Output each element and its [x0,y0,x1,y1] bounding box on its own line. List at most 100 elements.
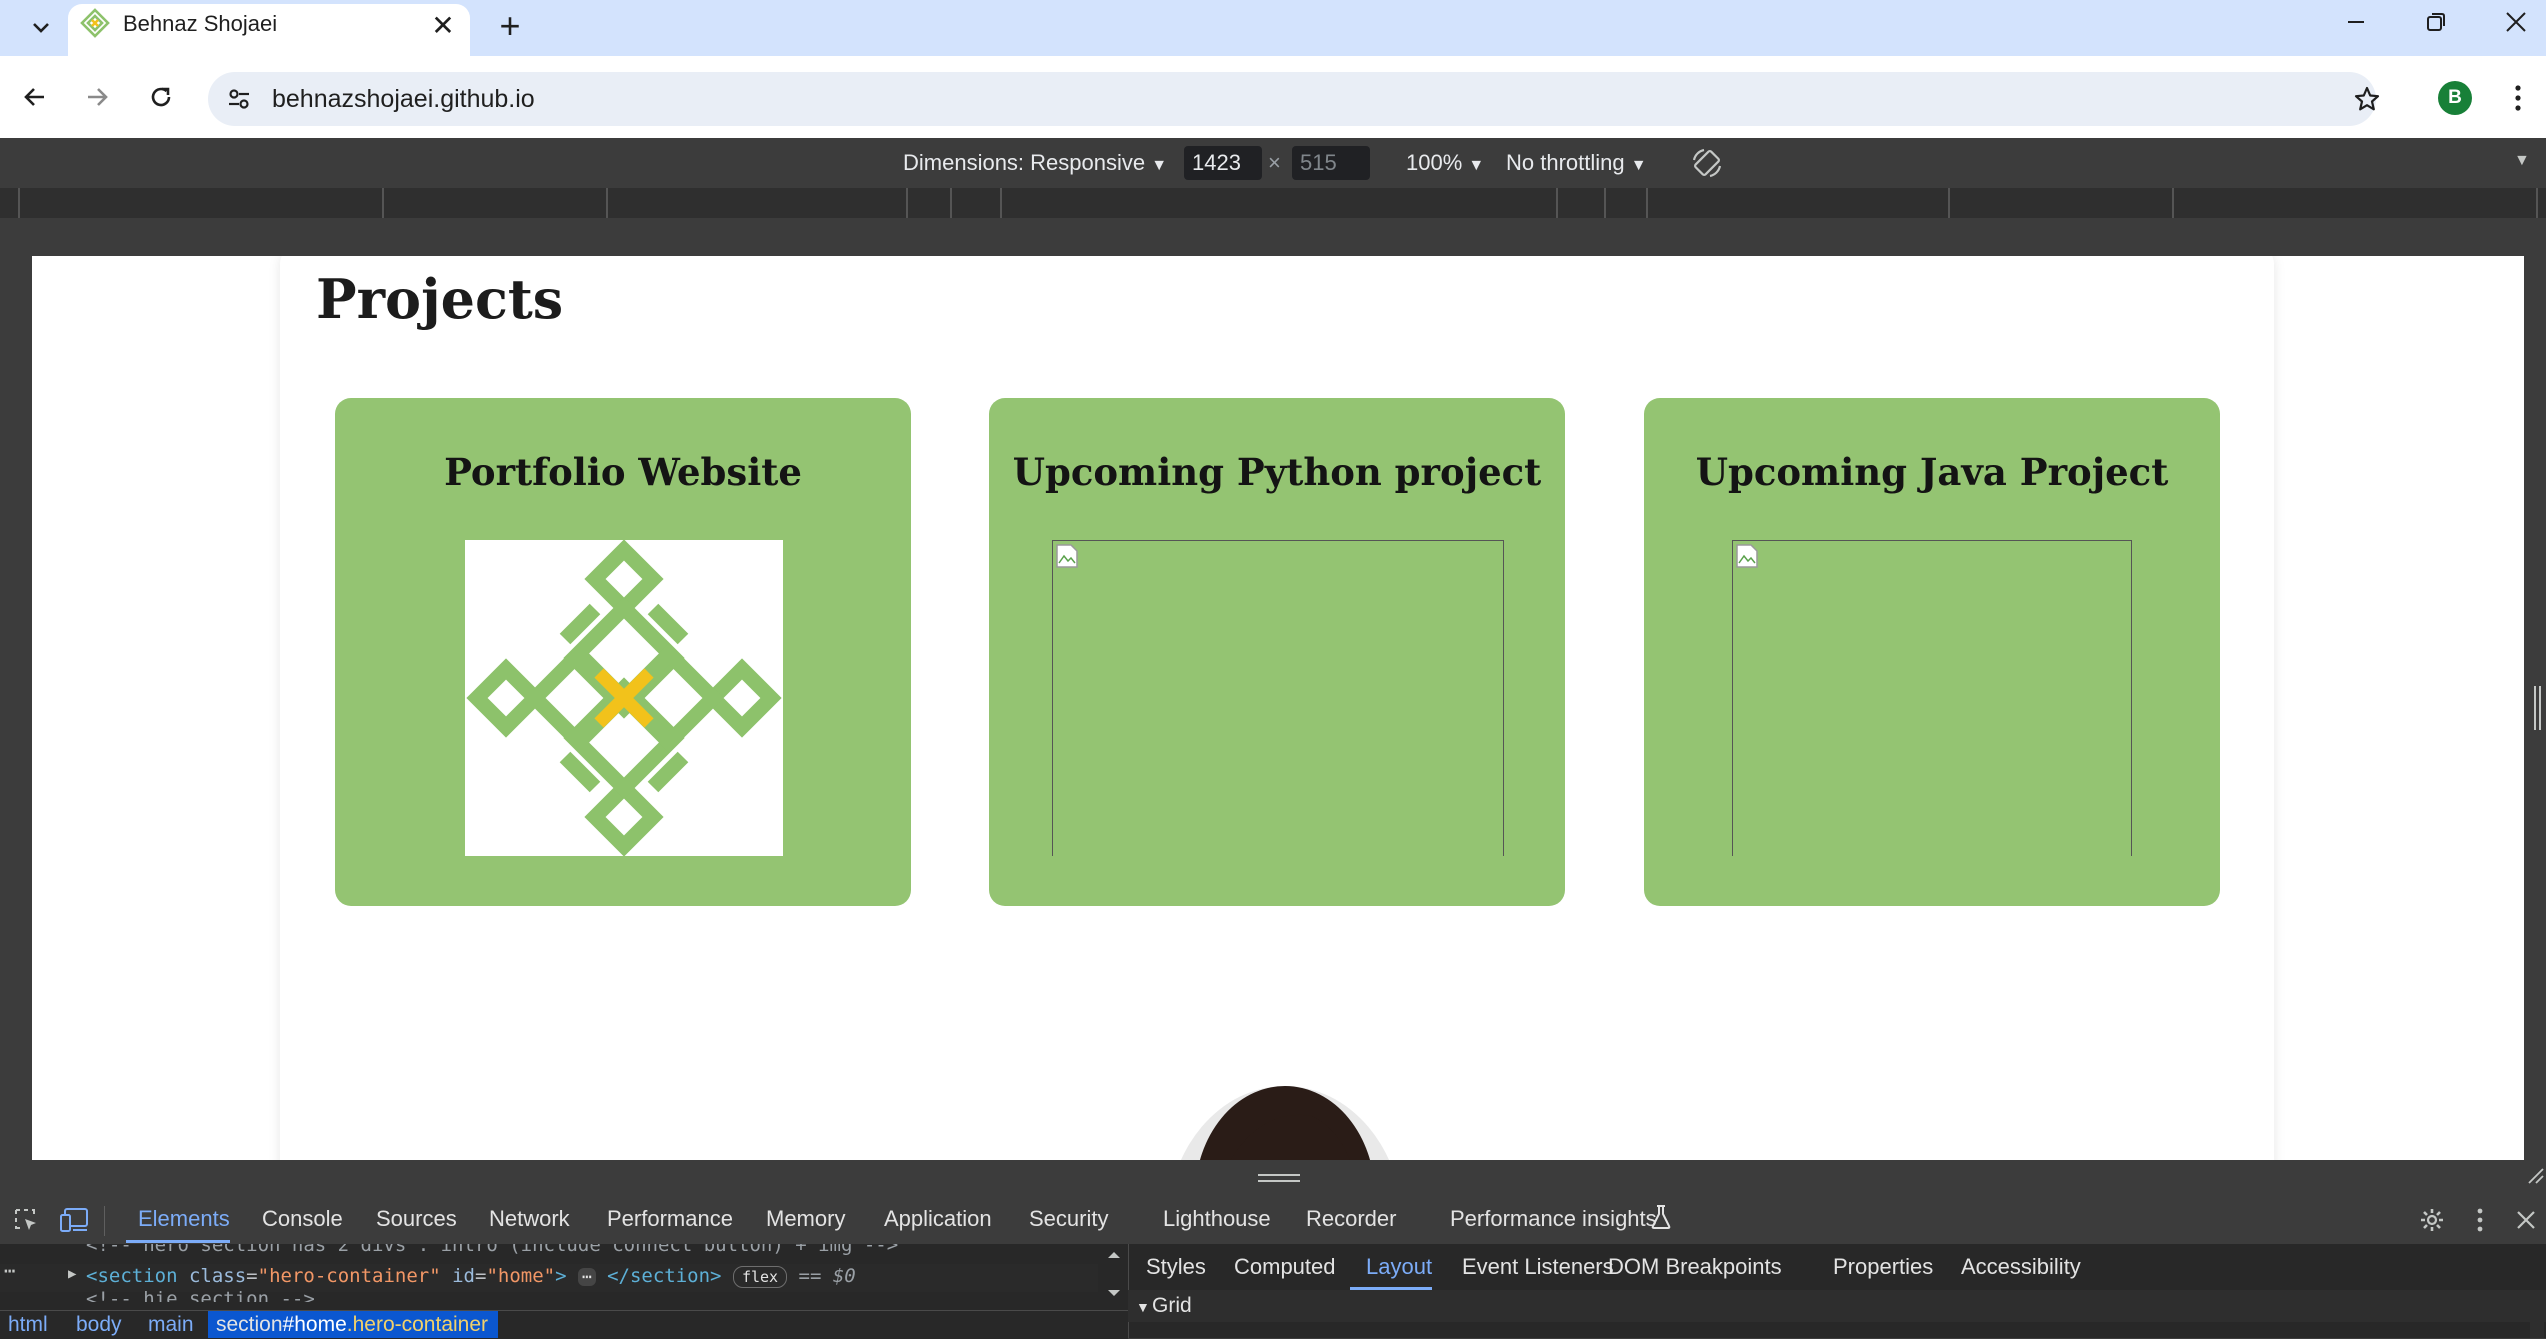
ruler-marker[interactable] [1000,188,1002,218]
toolbar-divider [104,1206,105,1236]
devtools-tab-network[interactable]: Network [489,1204,570,1234]
ruler-marker[interactable] [950,188,952,218]
tab-close-button[interactable]: ✕ [426,8,460,42]
right-resize-handle[interactable] [2532,684,2542,732]
profile-avatar[interactable]: B [2438,81,2472,115]
devtools-tab-security[interactable]: Security [1029,1204,1108,1234]
section-node[interactable]: <section class="hero-container" id="home… [86,1263,856,1289]
corner-resize-handle[interactable] [2526,1166,2544,1184]
device-mode-icon [60,1208,88,1232]
bottom-resize-handle[interactable] [1256,1172,1302,1184]
new-tab-button[interactable]: + [490,5,530,46]
ruler-marker[interactable] [2172,188,2174,218]
tune-icon [229,89,249,109]
hero-portrait-image [1162,1076,1408,1160]
reload-button[interactable] [138,74,184,120]
ruler-marker[interactable] [906,188,908,218]
grid-section-label: Grid [1152,1294,1192,1317]
site-favicon-icon [80,8,110,38]
project-title: Upcoming Python project [1012,450,1542,494]
device-toolbar-toggle[interactable] [54,1200,94,1240]
zoom-dropdown[interactable]: 100% ▼ [1406,149,1484,180]
minimize-icon [2348,21,2364,23]
ruler-marker[interactable] [606,188,608,218]
rotate-device-icon [1692,148,1722,178]
forward-button[interactable] [74,74,120,120]
dom-tree: <!-- hero section has 2 divs : intro (in… [0,1244,1128,1302]
device-more-options-icon[interactable]: ▼ [2514,152,2530,170]
back-button[interactable] [12,74,58,120]
devtools-tab-recorder[interactable]: Recorder [1306,1204,1396,1234]
star-icon [2354,86,2380,111]
ruler-marker[interactable] [1556,188,1558,218]
devtools-close-button[interactable] [2506,1200,2546,1240]
bookmark-button[interactable] [2346,78,2388,120]
devtools-tab-sources[interactable]: Sources [376,1204,457,1234]
dom-comment: <!-- hie section --> [86,1288,315,1302]
height-input[interactable]: 515 [1292,146,1370,180]
devtools-tab-performance[interactable]: Performance [607,1204,733,1234]
side-tab-accessibility[interactable]: Accessibility [1961,1252,2081,1282]
row-options-icon[interactable]: ⋯ [4,1260,15,1282]
breadcrumb-item[interactable]: main [148,1312,194,1338]
devtools-tab-console[interactable]: Console [262,1204,343,1234]
site-info-button[interactable] [218,78,260,120]
devtools-menu-button[interactable] [2460,1200,2500,1240]
breadcrumb-active[interactable]: section#home.hero-container [208,1311,498,1338]
dom-scrollbar[interactable] [1100,1246,1128,1302]
chevron-down-icon [33,23,49,33]
minimize-button[interactable] [2316,0,2396,44]
ruler-marker[interactable] [18,188,20,218]
flex-badge[interactable]: flex [732,1266,788,1288]
drag-handle-icon [1258,1174,1300,1182]
drag-handle-icon [2534,686,2541,730]
breadcrumb-item[interactable]: body [76,1312,122,1338]
inspect-element-button[interactable] [6,1200,46,1240]
ruler-marker[interactable] [2536,188,2538,218]
width-input[interactable]: 1423 [1184,146,1262,180]
breadcrumb-item[interactable]: html [8,1312,48,1338]
devtools-settings-button[interactable] [2412,1200,2452,1240]
broken-image-icon [1736,544,1758,568]
crumb-class: .hero-container [346,1313,489,1336]
projects-heading: Projects [316,267,564,331]
side-tab-computed[interactable]: Computed [1234,1252,1336,1282]
browser-menu-button[interactable] [2500,76,2536,120]
reload-icon [151,87,171,107]
side-tab-layout[interactable]: Layout [1366,1252,1432,1282]
ruler-marker[interactable] [1646,188,1648,218]
forward-arrow-icon [88,88,108,106]
collapse-triangle-icon[interactable]: ▼ [1136,1299,1150,1315]
devtools-tab-lighthouse[interactable]: Lighthouse [1163,1204,1271,1234]
side-tab-event-listeners[interactable]: Event Listeners [1462,1252,1614,1282]
project-card[interactable]: Upcoming Python project [989,398,1565,906]
attr-name: id [452,1265,475,1287]
side-tab-dom-breakpoints[interactable]: DOM Breakpoints [1608,1252,1782,1282]
devtools-tab-memory[interactable]: Memory [766,1204,845,1234]
tag-close: </section> [607,1265,722,1287]
side-tab-styles[interactable]: Styles [1146,1252,1206,1282]
ruler-marker[interactable] [1948,188,1950,218]
rotate-button[interactable] [1690,146,1724,180]
ruler-marker[interactable] [382,188,384,218]
project-card[interactable]: Portfolio Website [335,398,911,906]
collapsed-content-badge[interactable]: ⋯ [578,1268,596,1286]
ruler-marker[interactable] [1604,188,1606,218]
project-card[interactable]: Upcoming Java Project [1644,398,2220,906]
devtools-tab-performance-insights[interactable]: Performance insights [1450,1204,1657,1234]
side-tab-properties[interactable]: Properties [1833,1252,1933,1282]
url-text[interactable]: behnazshojaei.github.io [272,82,535,116]
devtools-tab-elements[interactable]: Elements [138,1204,230,1234]
grid-section-header[interactable] [1128,1290,2546,1322]
close-window-button[interactable] [2476,0,2546,44]
attr-value: "home" [486,1265,556,1287]
crumb-id: #home [282,1313,347,1336]
side-pane-scrollbar[interactable] [2530,1290,2544,1338]
project-title: Portfolio Website [444,450,802,494]
restore-button[interactable] [2396,0,2476,44]
throttling-dropdown[interactable]: No throttling ▼ [1506,149,1647,180]
dimensions-dropdown[interactable]: Dimensions: Responsive ▼ [903,149,1167,180]
devtools-tab-application[interactable]: Application [884,1204,992,1234]
tab-search-button[interactable] [16,8,66,48]
expand-triangle-icon[interactable]: ▶ [68,1266,76,1282]
